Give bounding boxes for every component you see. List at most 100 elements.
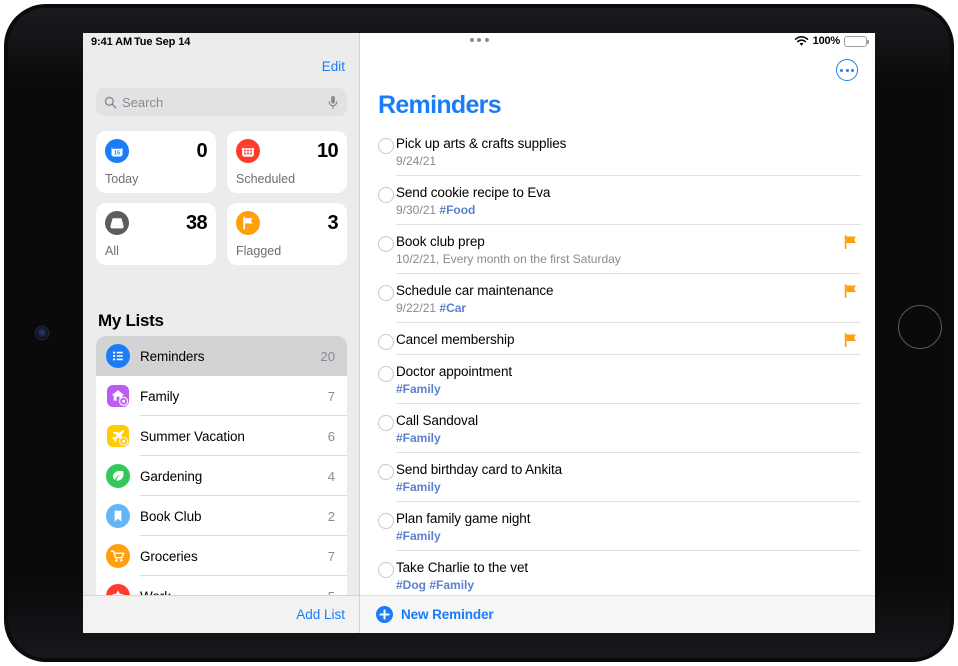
home-button[interactable] bbox=[898, 305, 942, 349]
svg-text:15: 15 bbox=[114, 150, 120, 156]
list-count: 20 bbox=[320, 348, 335, 364]
reminder-row[interactable]: Schedule car maintenance 9/22/21 #Car bbox=[360, 274, 875, 323]
reminder-title: Call Sandoval bbox=[396, 413, 479, 428]
list-row-family[interactable]: Family 7 bbox=[96, 376, 347, 416]
reminder-row[interactable]: Call Sandoval #Family bbox=[360, 404, 875, 453]
more-ellipsis-icon[interactable] bbox=[836, 59, 858, 81]
smart-list-count: 10 bbox=[316, 139, 339, 162]
edit-button[interactable]: Edit bbox=[322, 59, 345, 74]
reminder-title: Pick up arts & crafts supplies bbox=[396, 136, 567, 151]
list-count: 4 bbox=[327, 468, 335, 484]
smart-list-count: 0 bbox=[196, 139, 207, 162]
reminder-checkbox[interactable] bbox=[378, 415, 394, 431]
reminder-date: 9/30/21 bbox=[396, 203, 437, 217]
list-row-book-club[interactable]: Book Club 2 bbox=[96, 496, 347, 536]
reminder-body: Cancel membership bbox=[396, 323, 875, 355]
smart-list-scheduled[interactable]: 10 Scheduled bbox=[227, 131, 347, 193]
wifi-icon bbox=[794, 35, 808, 46]
my-lists-group: Reminders 20 Family 7 Summer Vacation 6 … bbox=[96, 336, 347, 616]
reminder-row[interactable]: Cancel membership bbox=[360, 323, 875, 355]
reminder-date: 10/2/21, Every month on the first Saturd… bbox=[396, 252, 621, 266]
reminder-row[interactable]: Send cookie recipe to Eva 9/30/21 #Food bbox=[360, 176, 875, 225]
reminder-row[interactable]: Take Charlie to the vet #Dog #Family bbox=[360, 551, 875, 600]
smart-list-label: Today bbox=[105, 172, 139, 186]
reminder-title: Book club prep bbox=[396, 234, 485, 249]
list-row-summer-vacation[interactable]: Summer Vacation 6 bbox=[96, 416, 347, 456]
flag-icon bbox=[236, 211, 260, 235]
reminder-row[interactable]: Pick up arts & crafts supplies 9/24/21 bbox=[360, 127, 875, 176]
new-reminder-button[interactable]: New Reminder bbox=[360, 595, 875, 633]
reminder-body: Schedule car maintenance 9/22/21 #Car bbox=[396, 274, 875, 323]
reminder-checkbox[interactable] bbox=[378, 562, 394, 578]
reminder-title: Send cookie recipe to Eva bbox=[396, 185, 551, 200]
reminder-subtitle: #Family bbox=[396, 528, 845, 544]
front-camera-icon bbox=[36, 327, 48, 339]
add-list-button[interactable]: Add List bbox=[296, 607, 345, 622]
microphone-icon[interactable] bbox=[327, 95, 339, 110]
sidebar: Edit Search 15 0 Today 10 Scheduled 38 A… bbox=[83, 33, 360, 633]
reminders-list: Pick up arts & crafts supplies 9/24/21 Sen… bbox=[360, 127, 875, 627]
reminder-row[interactable]: Doctor appointment #Family bbox=[360, 355, 875, 404]
reminder-checkbox[interactable] bbox=[378, 513, 394, 529]
smart-list-flagged[interactable]: 3 Flagged bbox=[227, 203, 347, 265]
reminder-checkbox[interactable] bbox=[378, 236, 394, 252]
new-reminder-label: New Reminder bbox=[401, 607, 494, 622]
list-row-gardening[interactable]: Gardening 4 bbox=[96, 456, 347, 496]
airplane-icon bbox=[106, 424, 130, 448]
smart-lists-grid: 15 0 Today 10 Scheduled 38 All 3 Flagged bbox=[96, 131, 347, 275]
list-row-reminders[interactable]: Reminders 20 bbox=[96, 336, 347, 376]
reminder-tag[interactable]: #Family bbox=[396, 431, 441, 445]
reminder-row[interactable]: Send birthday card to Ankita #Family bbox=[360, 453, 875, 502]
smart-list-today[interactable]: 15 0 Today bbox=[96, 131, 216, 193]
reminder-checkbox[interactable] bbox=[378, 187, 394, 203]
reminder-tag[interactable]: #Dog bbox=[396, 578, 426, 592]
reminder-tag[interactable]: #Car bbox=[439, 301, 466, 315]
sidebar-bottom-toolbar: Add List bbox=[83, 595, 359, 633]
search-icon bbox=[104, 96, 117, 108]
reminder-checkbox[interactable] bbox=[378, 334, 394, 350]
reminder-title: Take Charlie to the vet bbox=[396, 560, 529, 575]
reminder-body: Doctor appointment #Family bbox=[396, 355, 875, 404]
reminder-subtitle: #Dog #Family bbox=[396, 577, 845, 593]
reminder-tag[interactable]: #Family bbox=[396, 382, 441, 396]
reminder-tag[interactable]: #Food bbox=[439, 203, 475, 217]
battery-percent-label: 100% bbox=[812, 35, 841, 47]
list-count: 6 bbox=[327, 428, 335, 444]
search-field[interactable]: Search bbox=[96, 88, 347, 116]
reminder-subtitle: 9/30/21 #Food bbox=[396, 202, 845, 218]
list-row-groceries[interactable]: Groceries 7 bbox=[96, 536, 347, 576]
reminder-body: Book club prep 10/2/21, Every month on th… bbox=[396, 225, 875, 274]
bookmark-icon bbox=[106, 504, 130, 528]
search-placeholder: Search bbox=[122, 94, 164, 110]
multitasking-dots-icon[interactable] bbox=[83, 38, 875, 42]
list-name: Family bbox=[140, 388, 180, 404]
page-title: Reminders bbox=[378, 91, 502, 119]
ipad-device: 9:41 AM Tue Sep 14 100% Edit Search 15 0… bbox=[0, 0, 958, 666]
smart-list-count: 3 bbox=[327, 211, 338, 234]
reminder-checkbox[interactable] bbox=[378, 138, 394, 154]
reminder-checkbox[interactable] bbox=[378, 366, 394, 382]
reminder-title: Send birthday card to Ankita bbox=[396, 462, 563, 477]
list-count: 7 bbox=[327, 388, 335, 404]
reminder-date: 9/22/21 bbox=[396, 301, 437, 315]
reminder-title: Plan family game night bbox=[396, 511, 531, 526]
reminder-tag[interactable]: #Family bbox=[396, 480, 441, 494]
calendar-icon: 15 bbox=[105, 139, 129, 163]
reminder-title: Cancel membership bbox=[396, 332, 515, 347]
reminder-checkbox[interactable] bbox=[378, 464, 394, 480]
list-name: Gardening bbox=[140, 468, 203, 484]
reminder-row[interactable]: Plan family game night #Family bbox=[360, 502, 875, 551]
flag-icon[interactable] bbox=[844, 284, 857, 298]
list-name: Reminders bbox=[140, 348, 205, 364]
flag-icon[interactable] bbox=[844, 235, 857, 249]
reminder-tag[interactable]: #Family bbox=[396, 529, 441, 543]
status-bar: 9:41 AM Tue Sep 14 100% bbox=[83, 33, 875, 53]
reminder-body: Pick up arts & crafts supplies 9/24/21 bbox=[396, 127, 875, 176]
list-count: 2 bbox=[327, 508, 335, 524]
reminder-row[interactable]: Book club prep 10/2/21, Every month on th… bbox=[360, 225, 875, 274]
leaf-icon bbox=[106, 464, 130, 488]
flag-icon[interactable] bbox=[844, 333, 857, 347]
reminder-tag[interactable]: #Family bbox=[429, 578, 474, 592]
reminder-checkbox[interactable] bbox=[378, 285, 394, 301]
smart-list-all[interactable]: 38 All bbox=[96, 203, 216, 265]
